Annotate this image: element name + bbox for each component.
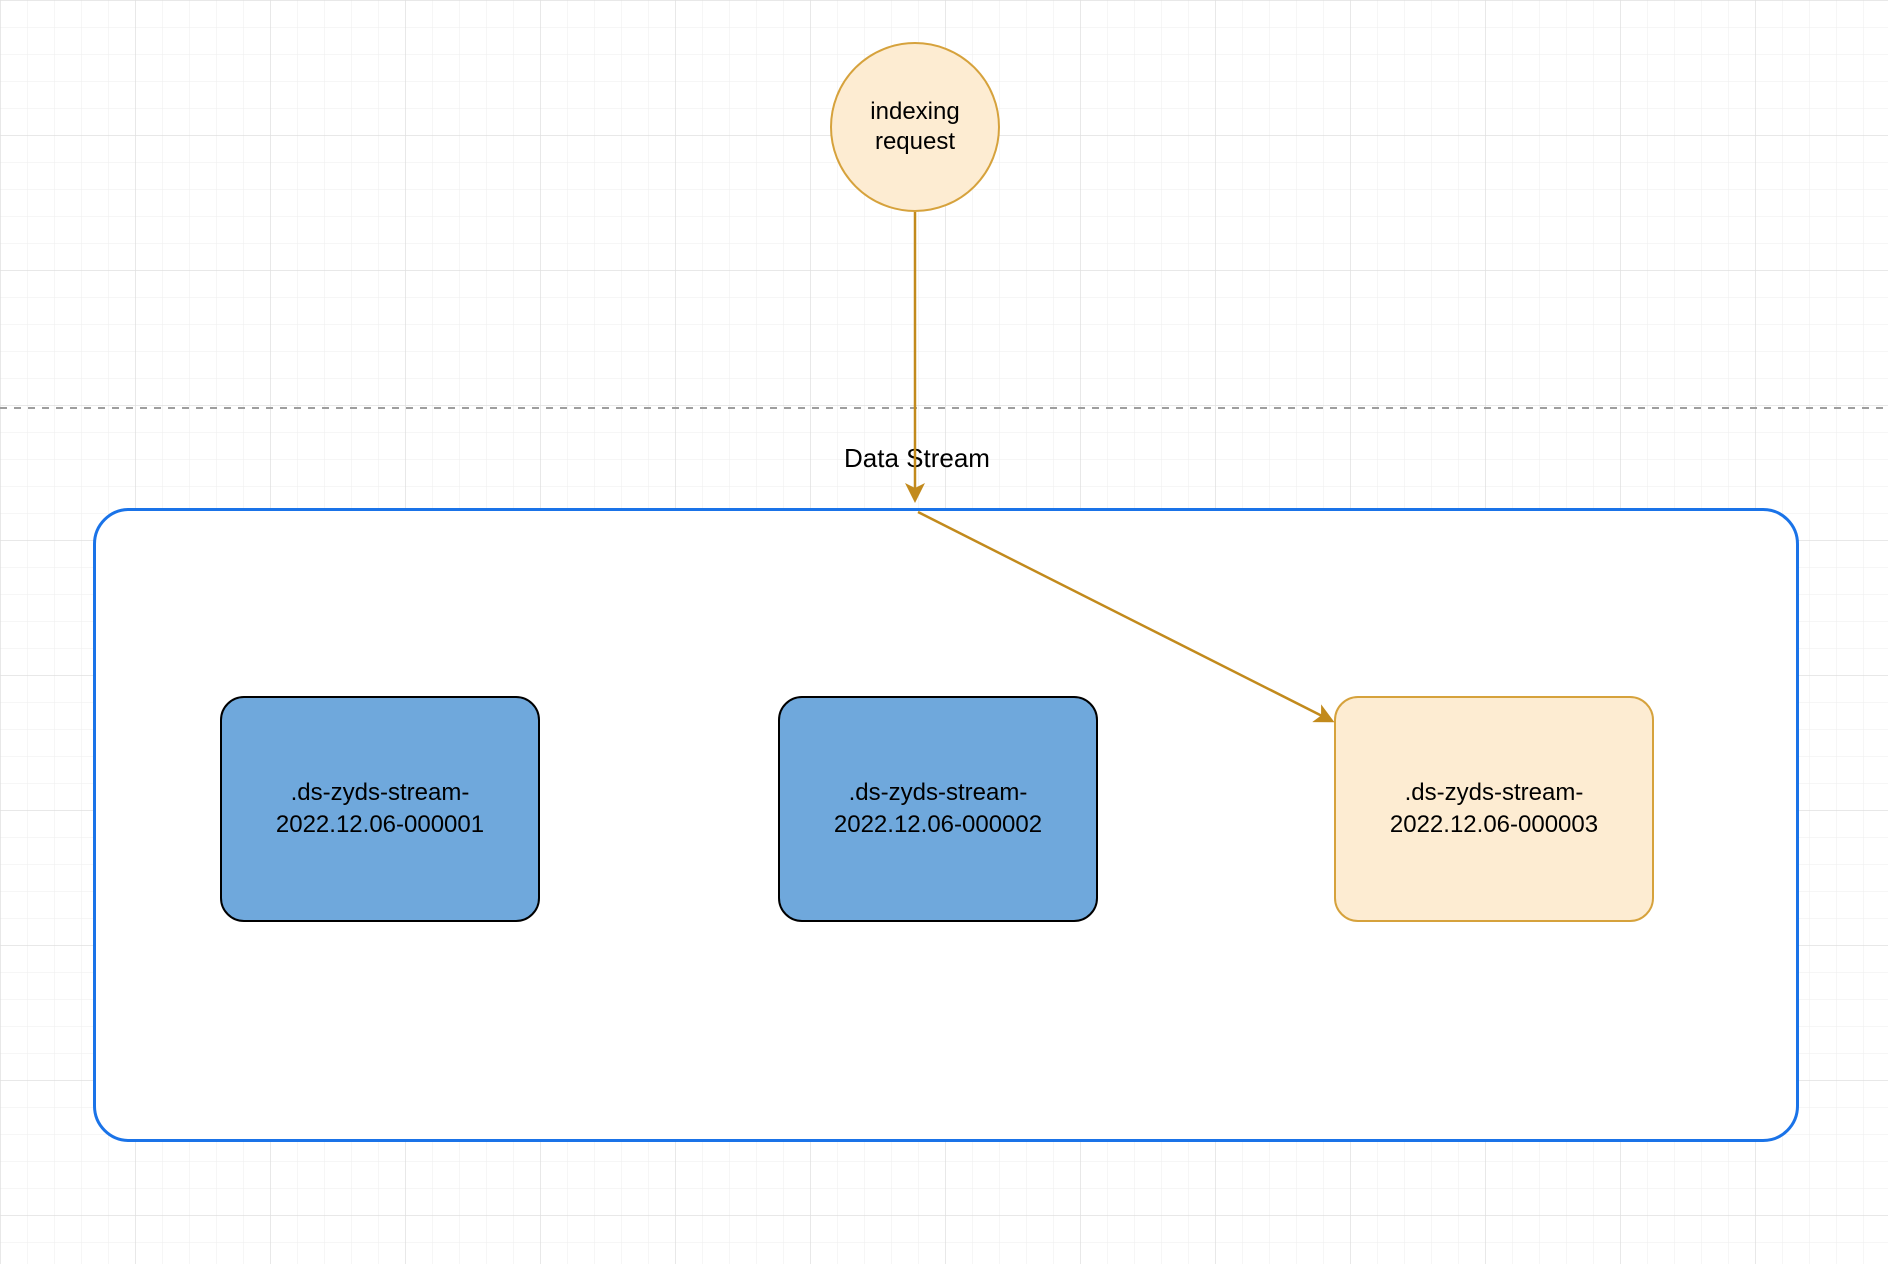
indexing-request-node[interactable]: indexing request (830, 42, 1000, 212)
diagram-canvas[interactable]: indexing request Data Stream .ds-zyds-st… (0, 0, 1888, 1264)
index-box-3[interactable]: .ds-zyds-stream- 2022.12.06-000003 (1334, 696, 1654, 922)
index-box-2[interactable]: .ds-zyds-stream- 2022.12.06-000002 (778, 696, 1098, 922)
data-stream-label: Data Stream (844, 443, 990, 474)
index-box-1[interactable]: .ds-zyds-stream- 2022.12.06-000001 (220, 696, 540, 922)
index-box-3-text: .ds-zyds-stream- 2022.12.06-000003 (1390, 777, 1598, 842)
index-box-2-text: .ds-zyds-stream- 2022.12.06-000002 (834, 777, 1042, 842)
indexing-request-text: indexing request (870, 97, 959, 157)
index-box-1-text: .ds-zyds-stream- 2022.12.06-000001 (276, 777, 484, 842)
